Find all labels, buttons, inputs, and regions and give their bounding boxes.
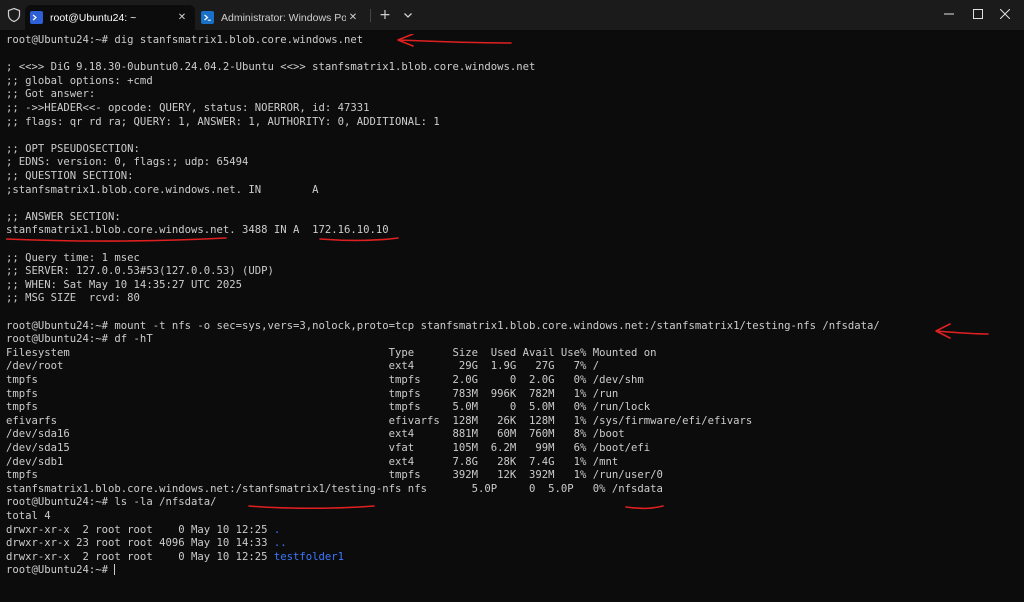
terminal-line: Filesystem Type Size Used Avail Use% Mou…: [6, 346, 657, 359]
terminal-line: ;; QUESTION SECTION:: [6, 170, 134, 182]
terminal-line: root@Ubuntu24:~# ls -la /nfsdata/: [6, 496, 217, 509]
terminal-line: total 4: [6, 510, 51, 522]
terminal-line: tmpfs tmpfs 5.0M 0 5.0M 0% /run/lock: [6, 401, 651, 414]
minimize-icon: [944, 13, 954, 15]
terminal-line: efivarfs efivarfs 128M 26K 128M 1% /sys/…: [6, 414, 753, 427]
close-icon: [1000, 9, 1010, 19]
terminal-line: /dev/sda15 vfat 105M 6.2M 99M 6% /boot/e…: [6, 442, 651, 454]
terminal-line: /dev/sda16 ext4 881M 60M 760M 8% /boot: [6, 428, 625, 441]
maximize-icon: [973, 9, 983, 19]
text-cursor: [114, 564, 116, 576]
terminal-line: ;; Got answer:: [6, 88, 96, 101]
terminal-line: ;; global options: +cmd: [6, 74, 153, 87]
shield-icon[interactable]: [6, 7, 22, 23]
ls-row: drwxr-xr-x 2 root root 0 May 10 12:25 te…: [6, 551, 344, 564]
close-window-button[interactable]: [986, 0, 1024, 28]
new-tab-button[interactable]: +: [377, 7, 393, 23]
terminal-line: tmpfs tmpfs 392M 12K 392M 1% /run/user/0: [6, 469, 663, 482]
terminal-line: ;; SERVER: 127.0.0.53#53(127.0.0.53) (UD…: [6, 265, 274, 278]
ls-row-attributes: drwxr-xr-x 2 root root 0 May 10 12:25: [6, 523, 274, 536]
directory-name: ..: [273, 537, 287, 550]
terminal-line: root@Ubuntu24:~# df -hT: [6, 333, 153, 346]
terminal-line: /dev/sdb1 ext4 7.8G 28K 7.4G 1% /mnt: [6, 455, 619, 468]
ls-row: drwxr-xr-x 2 root root 0 May 10 12:25 .: [6, 524, 280, 537]
directory-name: .: [273, 523, 281, 536]
terminal-line: ; EDNS: version: 0, flags:; udp: 65494: [6, 156, 249, 169]
red-underline-annotation: [319, 237, 399, 242]
terminal-line: root@Ubuntu24:~# dig stanfsmatrix1.blob.…: [6, 34, 364, 46]
tab-ubuntu[interactable]: root@Ubuntu24: ~ ✕: [25, 5, 195, 30]
terminal-icon: [30, 11, 43, 24]
terminal-line: stanfsmatrix1.blob.core.windows.net:/sta…: [6, 482, 663, 495]
ls-row: drwxr-xr-x 23 root root 4096 May 10 14:3…: [6, 537, 287, 550]
shell-prompt: root@Ubuntu24:~#: [6, 564, 115, 577]
terminal-line: ;; Query time: 1 msec: [6, 251, 140, 264]
red-arrow-annotation: [935, 323, 989, 339]
red-underline-annotation: [6, 237, 227, 242]
terminal-line: ; <<>> DiG 9.18.30-0ubuntu0.24.04.2-Ubun…: [6, 61, 536, 74]
close-icon[interactable]: ✕: [175, 12, 189, 23]
terminal-line: root@Ubuntu24:~# mount -t nfs -o sec=sys…: [6, 319, 880, 332]
ls-row-attributes: drwxr-xr-x 2 root root 0 May 10 12:25: [6, 550, 274, 563]
tab-label: Administrator: Windows Powe: [221, 11, 346, 24]
tab-separator: [370, 9, 371, 22]
terminal-line: ;; WHEN: Sat May 10 14:35:27 UTC 2025: [6, 278, 242, 291]
chevron-down-icon[interactable]: [400, 7, 416, 23]
terminal-line: /dev/root ext4 29G 1.9G 27G 7% /: [6, 360, 600, 373]
terminal-line: tmpfs tmpfs 783M 996K 782M 1% /run: [6, 387, 619, 400]
red-underline-annotation: [625, 505, 664, 510]
terminal-line: ;; flags: qr rd ra; QUERY: 1, ANSWER: 1,…: [6, 115, 440, 128]
directory-name: testfolder1: [273, 550, 345, 563]
terminal-line: tmpfs tmpfs 2.0G 0 2.0G 0% /dev/shm: [6, 374, 644, 386]
tab-label: root@Ubuntu24: ~: [50, 11, 137, 24]
red-arrow-annotation: [397, 34, 512, 47]
terminal-line: ;; ANSWER SECTION:: [6, 210, 121, 223]
red-underline-annotation: [248, 505, 375, 510]
title-bar: root@Ubuntu24: ~ ✕ Administrator: Window…: [0, 0, 1024, 30]
ls-row-attributes: drwxr-xr-x 23 root root 4096 May 10 14:3…: [6, 537, 274, 550]
terminal-line: ;; MSG SIZE rcvd: 80: [6, 292, 140, 305]
powershell-icon: [201, 11, 214, 24]
terminal-line: stanfsmatrix1.blob.core.windows.net. 348…: [6, 224, 389, 237]
terminal-line: ;; ->>HEADER<<- opcode: QUERY, status: N…: [6, 102, 370, 114]
tab-powershell[interactable]: Administrator: Windows Powe ✕: [196, 5, 366, 30]
terminal-line: ;; OPT PSEUDOSECTION:: [6, 142, 140, 155]
terminal-line: ;stanfsmatrix1.blob.core.windows.net. IN…: [6, 183, 319, 196]
terminal-output[interactable]: root@Ubuntu24:~# dig stanfsmatrix1.blob.…: [6, 34, 1018, 594]
close-icon[interactable]: ✕: [346, 12, 360, 23]
prompt-line[interactable]: root@Ubuntu24:~#: [6, 564, 116, 577]
